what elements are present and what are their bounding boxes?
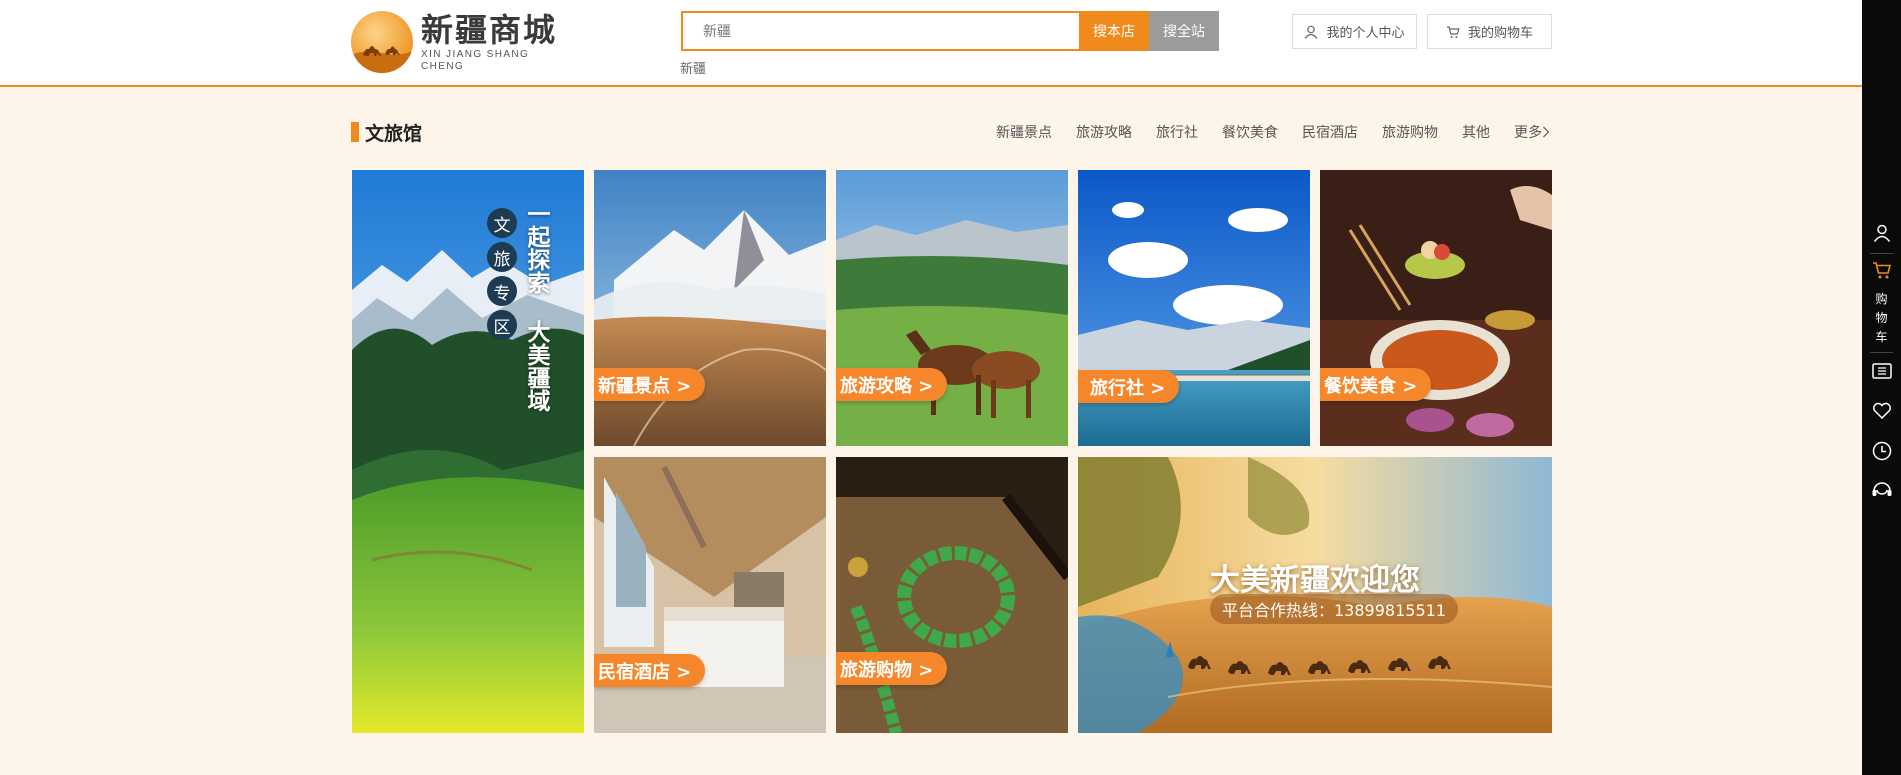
hero-tile[interactable]: 文 旅 专 区 一起探索 大美疆域 <box>352 170 584 733</box>
tile-shopping-label: 旅游购物 > <box>836 652 948 685</box>
logo-subtitle: XIN JIANG SHANG CHENG <box>421 49 530 72</box>
hero-badge-char: 区 <box>487 310 517 340</box>
camel-logo-icon <box>351 11 413 73</box>
search-site-button[interactable]: 搜全站 <box>1149 11 1219 51</box>
banner-title: 大美新疆欢迎您 <box>1210 563 1420 598</box>
section-title: 文旅馆 <box>351 121 423 145</box>
toolbar-user[interactable] <box>1862 224 1901 242</box>
chevron-right-icon <box>1543 126 1550 138</box>
nav-shopping[interactable]: 旅游购物 <box>1382 122 1438 142</box>
lake-sky-image <box>1078 170 1310 446</box>
clock-icon <box>1872 441 1891 461</box>
nav-scenic[interactable]: 新疆景点 <box>996 122 1052 142</box>
tile-shopping[interactable]: 旅游购物 > <box>836 457 1068 733</box>
tile-scenic[interactable]: 新疆景点 > <box>594 170 826 446</box>
horses-grassland-image <box>836 170 1068 446</box>
snow-mountain-image <box>594 170 826 446</box>
nav-hotel[interactable]: 民宿酒店 <box>1302 122 1358 142</box>
nav-more[interactable]: 更多 <box>1514 122 1550 142</box>
toolbar-cart-text[interactable]: 购 物 车 <box>1862 290 1901 347</box>
section-title-text: 文旅馆 <box>365 122 423 145</box>
toolbar-cart[interactable] <box>1862 260 1901 280</box>
toolbar-coupon[interactable] <box>1862 362 1901 380</box>
food-table-image <box>1320 170 1552 446</box>
search-store-button[interactable]: 搜本店 <box>1079 11 1149 51</box>
nav-other[interactable]: 其他 <box>1462 122 1490 142</box>
hero-badge-char: 专 <box>487 276 517 306</box>
my-cart-label: 我的购物车 <box>1467 26 1533 41</box>
right-toolbar: 购 物 车 <box>1862 0 1901 775</box>
tile-scenic-label: 新疆景点 > <box>594 368 706 401</box>
user-icon <box>1305 25 1318 39</box>
user-icon <box>1873 224 1890 242</box>
cart-icon <box>1446 25 1460 38</box>
tile-food[interactable]: 餐饮美食 > <box>1320 170 1552 446</box>
hotel-room-image <box>594 457 826 733</box>
tile-food-label: 餐饮美食 > <box>1320 368 1432 401</box>
site-header: 新疆商城 XIN JIANG SHANG CHENG 搜本店 搜全站 新疆 我的… <box>0 0 1862 87</box>
nav-more-label: 更多 <box>1514 125 1542 141</box>
banner-hotline: 平台合作热线：13899815511 <box>1210 594 1458 624</box>
hero-badge-char: 旅 <box>487 242 517 272</box>
hero-badge-char: 文 <box>487 208 517 238</box>
tile-guide[interactable]: 旅游攻略 > <box>836 170 1068 446</box>
toolbar-history[interactable] <box>1862 441 1901 461</box>
welcome-banner[interactable]: 大美新疆欢迎您 平台合作热线：13899815511 <box>1078 457 1552 733</box>
jade-bracelet-image <box>836 457 1068 733</box>
user-center-button[interactable]: 我的个人中心 <box>1292 14 1417 49</box>
tile-hotel-label: 民宿酒店 > <box>594 654 706 687</box>
heart-icon <box>1872 402 1891 420</box>
hero-slogan-2: 大美疆域 <box>523 320 550 412</box>
section-title-bar <box>351 122 359 142</box>
user-center-label: 我的个人中心 <box>1326 26 1405 41</box>
my-cart-button[interactable]: 我的购物车 <box>1427 14 1552 49</box>
tile-agency-label: 旅行社 > <box>1078 370 1180 403</box>
hot-keyword-link[interactable]: 新疆 <box>680 58 706 77</box>
cart-icon <box>1872 262 1891 279</box>
site-logo[interactable]: 新疆商城 XIN JIANG SHANG CHENG <box>351 11 561 73</box>
nav-food[interactable]: 餐饮美食 <box>1222 122 1278 142</box>
hero-slogan-1: 一起探索 <box>523 202 550 294</box>
toolbar-favorites[interactable] <box>1862 402 1901 420</box>
tile-guide-label: 旅游攻略 > <box>836 368 948 401</box>
ticket-icon <box>1871 363 1892 379</box>
section-nav: 新疆景点 旅游攻略 旅行社 餐饮美食 民宿酒店 旅游购物 其他 更多 <box>972 122 1550 142</box>
logo-title: 新疆商城 <box>421 11 558 49</box>
nav-guide[interactable]: 旅游攻略 <box>1076 122 1132 142</box>
headset-icon <box>1872 482 1891 496</box>
search-input[interactable] <box>681 11 1079 51</box>
toolbar-service[interactable] <box>1862 480 1901 500</box>
tile-agency[interactable]: 旅行社 > <box>1078 170 1310 446</box>
tile-hotel[interactable]: 民宿酒店 > <box>594 457 826 733</box>
search-bar: 搜本店 搜全站 <box>681 11 1219 51</box>
nav-agency[interactable]: 旅行社 <box>1156 122 1198 142</box>
